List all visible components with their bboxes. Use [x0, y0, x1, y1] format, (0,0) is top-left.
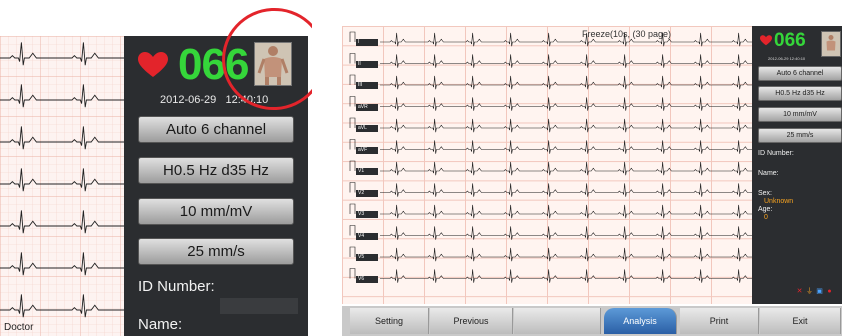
lead-label: aVR	[356, 103, 378, 111]
age-label: Age:	[758, 206, 773, 213]
zoomed-monitor-panel: 066 2012-06-29 12:40:10 Auto 6 channel H…	[0, 0, 312, 336]
lead-trace	[380, 269, 752, 283]
lead-label: V3	[356, 211, 378, 218]
heart-icon	[138, 52, 168, 77]
zoomed-ecg-grid	[0, 36, 130, 336]
lead-trace	[380, 75, 752, 90]
lead-label: V6	[356, 275, 378, 283]
calibration-pulse	[349, 31, 356, 42]
sex-label: Sex:	[758, 190, 773, 197]
lead-label: II	[356, 60, 378, 68]
heart-rate-value: 066	[774, 30, 806, 51]
lead-label: V5	[356, 254, 378, 261]
print-button[interactable]: Print	[680, 308, 759, 334]
lead-trace	[380, 204, 752, 219]
setting-button[interactable]: Setting	[350, 308, 429, 334]
lead-label: III	[356, 82, 378, 89]
lead-label: V4	[356, 232, 378, 240]
analysis-button[interactable]: Analysis	[604, 308, 677, 334]
lead-label: V2	[356, 189, 378, 197]
name-label: Name:	[138, 316, 183, 333]
calibration-pulse	[349, 182, 356, 193]
ecg-traces	[349, 31, 752, 283]
speed-button[interactable]: 25 mm/s	[138, 238, 294, 265]
calibration-pulse	[349, 117, 356, 128]
lead-label: I	[356, 39, 378, 46]
filter-button[interactable]: H0.5 Hz d35 Hz	[758, 86, 842, 101]
next-button[interactable]	[514, 308, 601, 334]
channel-mode-button[interactable]: Auto 6 channel	[758, 66, 842, 81]
zoomed-ecg-traces	[0, 36, 130, 336]
calibration-pulse	[349, 139, 356, 150]
lead-trace	[380, 97, 752, 111]
id-number-label: ID Number:	[138, 278, 215, 295]
filter-button[interactable]: H0.5 Hz d35 Hz	[138, 157, 294, 184]
patient-avatar[interactable]	[821, 31, 841, 57]
previous-button[interactable]: Previous	[430, 308, 513, 334]
lead-trace	[380, 183, 752, 197]
lead-trace	[380, 247, 752, 262]
heart-icon	[760, 35, 772, 46]
speed-button[interactable]: 25 mm/s	[758, 128, 842, 143]
ecg-grid: Freeze(10s, (30 page) I II III aVR aVL aVF V1 V…	[342, 26, 752, 304]
lead-trace	[380, 161, 752, 176]
ecg-monitor-screen: Freeze(10s, (30 page) I II III aVR aVL aVF V1 V…	[342, 26, 842, 336]
bottom-toolbar: Setting Previous Analysis Print Exit	[342, 306, 842, 336]
datetime: 2012-06-29 12:40:10	[768, 56, 806, 61]
lead-label: V1	[356, 168, 378, 175]
calibration-pulse	[349, 74, 356, 85]
lead-label: aVF	[356, 146, 378, 154]
date-text: 2012-06-29	[160, 94, 217, 106]
printer-status-icon: ▣	[816, 288, 823, 295]
age-value: 0	[764, 214, 768, 221]
lead-trace	[380, 54, 752, 68]
side-panel: 066 2012-06-29 12:40:10 Auto 6 channel H…	[752, 26, 842, 304]
lead-trace	[380, 226, 752, 240]
calibration-pulse	[349, 96, 356, 107]
calibration-pulse	[349, 203, 356, 214]
name-label: Name:	[758, 170, 779, 177]
lead-trace	[380, 140, 752, 154]
calibration-pulse	[349, 268, 356, 279]
lead-off-icon: ✕	[796, 288, 803, 295]
calibration-pulse	[349, 246, 356, 257]
sex-value: Unknown	[764, 198, 794, 205]
lead-trace	[380, 32, 752, 47]
exit-button[interactable]: Exit	[760, 308, 841, 334]
gain-button[interactable]: 10 mm/mV	[138, 198, 294, 225]
gain-button[interactable]: 10 mm/mV	[758, 107, 842, 122]
calibration-pulse	[349, 225, 356, 236]
calibration-pulse	[349, 160, 356, 171]
plug-icon: ⏚	[806, 288, 813, 295]
id-number-field[interactable]	[220, 298, 298, 314]
id-number-label: ID Number:	[758, 150, 794, 157]
calibration-pulse	[349, 53, 356, 64]
lead-label: aVL	[356, 125, 378, 132]
lead-trace	[380, 118, 752, 133]
corner-label: Doctor	[4, 322, 34, 333]
body-figure-icon	[826, 35, 836, 51]
channel-mode-button[interactable]: Auto 6 channel	[138, 116, 294, 143]
battery-icon: ●	[827, 288, 832, 295]
